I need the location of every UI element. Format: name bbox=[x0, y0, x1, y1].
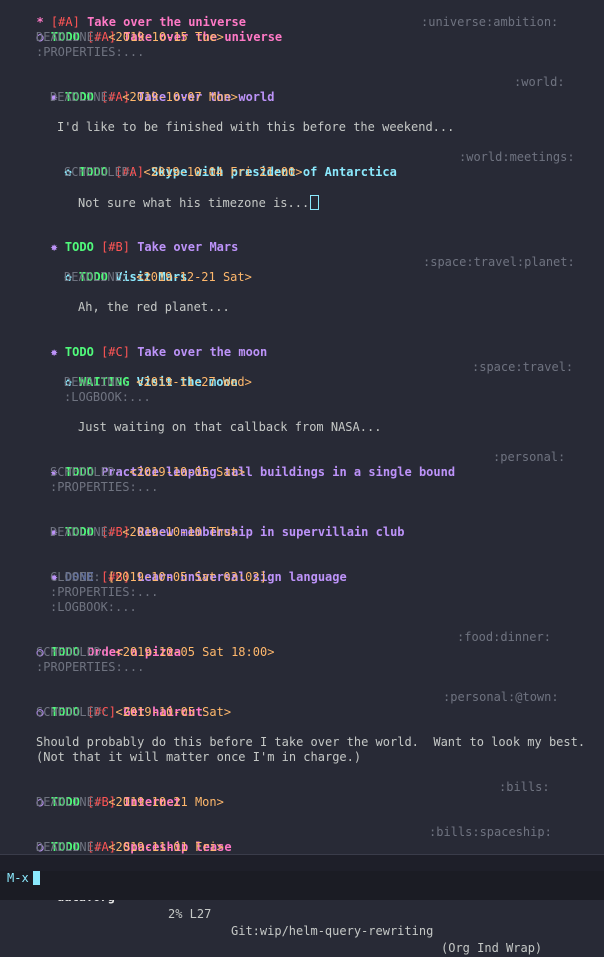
deadline-line: DEADLINE: <2019-10-21 Mon> bbox=[36, 795, 224, 809]
body-text: (Not that it will matter once I'm in cha… bbox=[36, 750, 362, 764]
scheduled-line: SCHEDULED: <2019-10-05 Sat> bbox=[36, 705, 232, 719]
closed-date[interactable]: [2019-10-05 Sat 03:02] bbox=[108, 570, 267, 584]
body-text: I'd like to be finished with this before… bbox=[57, 120, 455, 134]
tags: :personal:@town: bbox=[443, 690, 559, 704]
priority-badge: [#B] bbox=[101, 240, 130, 254]
body-text: Should probably do this before I take ov… bbox=[36, 735, 586, 749]
major-modes[interactable]: (Org Ind Wrap) bbox=[441, 940, 542, 957]
buffer-position: 2% L27 bbox=[168, 907, 212, 921]
closed-line: CLOSED: [2019-10-05 Sat 03:02] bbox=[50, 570, 267, 584]
properties-drawer[interactable]: :PROPERTIES:... bbox=[36, 45, 144, 60]
todo-keyword[interactable]: TODO bbox=[65, 240, 94, 254]
body-text: Just waiting on that callback from NASA.… bbox=[78, 420, 382, 434]
heading-pizza[interactable]: ○ TODO Order a pizza :food:dinner: bbox=[22, 630, 592, 659]
tags: :space:travel:planet: bbox=[423, 255, 575, 269]
scheduled-line: SCHEDULED: <2019-10-05 Sat 18:00> bbox=[36, 645, 275, 659]
heading-universe[interactable]: ○ TODO [#A] Take over the universe :univ… bbox=[22, 15, 592, 44]
deadline-line: DEADLINE: <2019-11-27 Wed> bbox=[64, 375, 252, 389]
scheduled-date[interactable]: <2019-10-05 Sat> bbox=[129, 465, 245, 479]
properties-drawer[interactable]: :PROPERTIES:... bbox=[50, 480, 158, 495]
heading-spaceship[interactable]: ○ TODO [#A] Spaceship lease :bills:space… bbox=[22, 825, 592, 854]
star-bullet-icon: ✸ bbox=[50, 345, 58, 359]
minibuffer[interactable]: M-x bbox=[0, 871, 604, 900]
heading-internet[interactable]: ○ TODO [#B] Internet :bills: bbox=[22, 780, 592, 809]
heading-world[interactable]: ✸ TODO [#A] Take over the world :world: bbox=[36, 75, 596, 104]
deadline-line: DEADLINE: <2019-12-21 Sat> bbox=[64, 270, 252, 284]
deadline-date[interactable]: <2019-10-10 Thu> bbox=[122, 525, 238, 539]
heading-skype[interactable]: ✿ TODO [#A] Skype with president of Anta… bbox=[50, 150, 600, 179]
deadline-date[interactable]: <2019-10-21 Mon> bbox=[108, 795, 224, 809]
deadline-line: DEADLINE: <2019-10-07 Mon> bbox=[50, 90, 238, 104]
star-bullet-icon: ✸ bbox=[50, 240, 58, 254]
heading-root[interactable]: * [#A] Take over the universe bbox=[22, 0, 246, 29]
heading-title: Take over Mars bbox=[137, 240, 239, 254]
todo-keyword[interactable]: TODO bbox=[65, 345, 94, 359]
heading-moon[interactable]: ✸ TODO [#C] Take over the moon bbox=[36, 330, 267, 359]
deadline-line: DEADLINE: <2019-10-10 Thu> bbox=[50, 525, 238, 539]
deadline-date[interactable]: <2019-11-27 Wed> bbox=[136, 375, 252, 389]
heading-visit-mars[interactable]: ✿ TODO Visit Mars :space:travel:planet: bbox=[50, 255, 600, 284]
logbook-drawer[interactable]: :LOGBOOK:... bbox=[64, 390, 151, 405]
vc-branch[interactable]: Git:wip/helm-query-rewriting bbox=[231, 923, 433, 940]
heading-leaping[interactable]: ✸ TODO Practice leaping tall buildings i… bbox=[36, 450, 596, 479]
deadline-date[interactable]: <2019-12-21 Sat> bbox=[136, 270, 252, 284]
tags: :universe:ambition: bbox=[421, 15, 559, 29]
tags: :personal: bbox=[493, 450, 566, 464]
logbook-drawer[interactable]: :LOGBOOK:... bbox=[50, 600, 137, 615]
heading-haircut[interactable]: ○ TODO [#C] Get haircut :personal:@town: bbox=[22, 690, 592, 719]
scheduled-date[interactable]: <2019-10-05 Sat> bbox=[115, 705, 231, 719]
tags: :bills: bbox=[499, 780, 550, 794]
heading-renew[interactable]: ✸ TODO [#B] Renew membership in supervil… bbox=[36, 510, 404, 539]
mode-line: -:**- data.org 2% L27 Git:wip/helm-query… bbox=[0, 854, 604, 955]
scheduled-date[interactable]: <2019-10-04 Fri 21:00> bbox=[143, 165, 302, 179]
heading-visit-moon[interactable]: ✿ WAITING Visit the moon :space:travel: bbox=[50, 360, 600, 389]
scheduled-date[interactable]: <2019-10-05 Sat 18:00> bbox=[115, 645, 274, 659]
scheduled-line: SCHEDULED: <2019-10-04 Fri 21:00> bbox=[64, 165, 303, 179]
tags: :world:meetings: bbox=[459, 150, 575, 164]
deadline-date[interactable]: <2019-11-01 Fri> bbox=[108, 840, 224, 854]
tags: :world: bbox=[514, 75, 565, 89]
deadline-line: DEADLINE: <2019-11-01 Fri> bbox=[36, 840, 224, 854]
tags: :food:dinner: bbox=[457, 630, 551, 644]
properties-drawer[interactable]: :PROPERTIES:... bbox=[50, 585, 158, 600]
tags: :bills:spaceship: bbox=[429, 825, 552, 839]
deadline-line: DEADLINE: <2019-10-15 Tue> bbox=[36, 30, 224, 44]
deadline-date[interactable]: <2019-10-07 Mon> bbox=[122, 90, 238, 104]
minibuffer-cursor bbox=[32, 871, 40, 885]
minibuffer-prompt: M-x bbox=[7, 871, 29, 885]
heading-sign-language[interactable]: ✸ DONE [#B] Learn universal sign languag… bbox=[36, 555, 346, 584]
properties-drawer[interactable]: :PROPERTIES:... bbox=[36, 660, 144, 675]
heading-mars[interactable]: ✸ TODO [#B] Take over Mars bbox=[36, 225, 238, 254]
scheduled-line: SCHEDULED: <2019-10-05 Sat> bbox=[50, 465, 246, 479]
body-text[interactable]: Not sure what his timezone is... bbox=[78, 195, 320, 210]
tags: :space:travel: bbox=[472, 360, 574, 374]
text-cursor bbox=[310, 195, 320, 210]
body-text: Ah, the red planet... bbox=[78, 300, 230, 314]
priority-badge: [#C] bbox=[101, 345, 130, 359]
heading-title: Take over the moon bbox=[137, 345, 268, 359]
deadline-date[interactable]: <2019-10-15 Tue> bbox=[108, 30, 224, 44]
